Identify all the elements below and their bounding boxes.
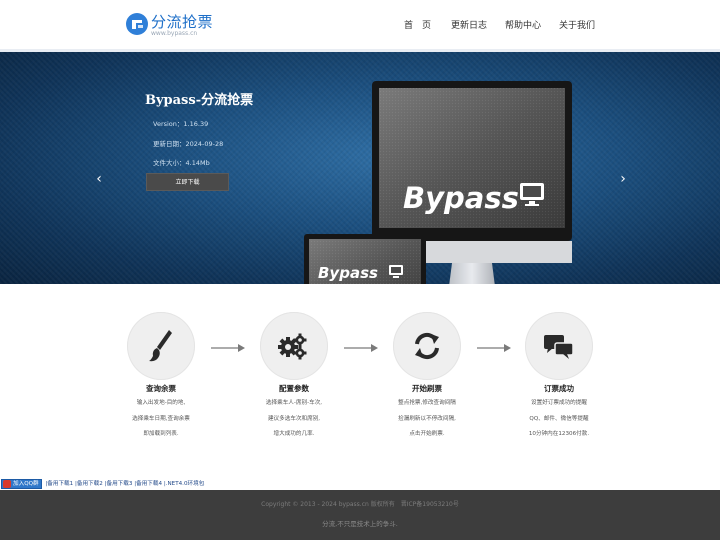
dotnet-package-link[interactable]: .NET4.0环境包 xyxy=(166,481,205,487)
step-success-circle xyxy=(525,312,593,380)
backup-download-3-link[interactable]: 备用下载3 xyxy=(106,481,132,487)
step-desc-line: 建议多选车次和席别, xyxy=(267,415,321,422)
step-desc-line: 整点抢票,修改查询间隔 xyxy=(398,400,456,406)
update-date-text: 更新日期：2024-09-28 xyxy=(153,140,224,148)
file-size-text: 文件大小：4.14Mb xyxy=(153,159,210,167)
site-footer: Copyright © 2013 - 2024 bypass.cn 版权所有 晋… xyxy=(0,490,720,540)
nav-changelog[interactable]: 更新日志 xyxy=(451,18,487,32)
brush-icon xyxy=(149,330,172,362)
nav-help-center[interactable]: 帮助中心 xyxy=(505,18,541,32)
chat-icon xyxy=(544,335,574,359)
step-desc-query: 输入出发地-目的地, 选择乘车日期,查询余票 即加载到列表. xyxy=(106,396,216,443)
step-desc-line: 输入出发地-目的地, xyxy=(136,400,186,406)
refresh-icon xyxy=(415,332,439,360)
step-start-circle xyxy=(393,312,461,380)
download-links-bar: 加入QQ群 |备用下载1 |备用下载2 |备用下载3 |备用下载4 |.NET4… xyxy=(1,479,204,490)
flow-arrow-icon xyxy=(211,344,245,352)
footer-slogan: 分流,不只是技术上的争斗. xyxy=(322,520,398,528)
hero-banner: Bypass-分流抢票 Version：1.16.39 更新日期：2024-09… xyxy=(0,52,720,284)
step-desc-line: 增大成功的几率. xyxy=(273,431,315,437)
step-title-config: 配置参数 xyxy=(279,384,309,393)
laptop-brand-text: Bypass xyxy=(318,264,378,282)
carousel-prev-arrow-icon[interactable]: ‹ xyxy=(93,171,105,187)
backup-download-2-link[interactable]: 备用下载2 xyxy=(77,481,103,487)
flow-arrow-icon xyxy=(344,344,378,352)
backup-download-1-link[interactable]: 备用下载1 xyxy=(47,481,73,487)
step-desc-config: 选择乘车人-席别-车次, 建议多选车次和席别, 增大成功的几率. xyxy=(239,396,349,443)
page: 分流抢票 www.bypass.cn 首 页 更新日志 帮助中心 关于我们 By… xyxy=(0,0,720,540)
copyright-text: Copyright © 2013 - 2024 bypass.cn 版权所有 晋… xyxy=(261,501,459,508)
flow-arrow-icon xyxy=(477,344,511,352)
step-query-circle xyxy=(127,312,195,380)
step-desc-line: 选择乘车人-席别-车次, xyxy=(265,400,323,406)
qq-icon xyxy=(3,480,11,488)
product-devices-illustration: Bypass Bypass xyxy=(304,81,572,284)
gears-icon xyxy=(278,333,307,360)
step-title-query: 查询余票 xyxy=(146,384,176,393)
step-title-start: 开始刷票 xyxy=(412,384,442,393)
site-logo[interactable]: 分流抢票 www.bypass.cn xyxy=(126,13,236,39)
step-desc-success: 设置好订票成功的提醒 QQ、邮件、微信等提醒 10分钟内在12306付款. xyxy=(504,396,614,443)
banner-title: Bypass-分流抢票 xyxy=(145,93,254,108)
step-desc-start: 整点抢票,修改查询间隔 捡漏刷新以不停改间隔, 点击开始刷票. xyxy=(372,396,482,443)
logo-icon xyxy=(126,13,148,35)
step-desc-line: QQ、邮件、微信等提醒 xyxy=(529,415,589,422)
site-header: 分流抢票 www.bypass.cn 首 页 更新日志 帮助中心 关于我们 xyxy=(0,0,720,52)
logo-subtitle: www.bypass.cn xyxy=(151,30,198,37)
nav-about-us[interactable]: 关于我们 xyxy=(559,18,595,32)
step-desc-line: 即加载到列表. xyxy=(143,431,179,437)
logo-title: 分流抢票 xyxy=(151,13,214,31)
step-desc-line: 捡漏刷新以不停改间隔, xyxy=(398,415,456,422)
nav-home[interactable]: 首 页 xyxy=(404,18,431,32)
step-config-circle xyxy=(260,312,328,380)
download-button[interactable]: 立即下载 xyxy=(146,173,229,191)
backup-download-4-link[interactable]: 备用下载4 xyxy=(136,481,162,487)
step-desc-line: 点击开始刷票. xyxy=(409,431,445,437)
step-desc-line: 10分钟内在12306付款. xyxy=(528,431,590,437)
version-text: Version：1.16.39 xyxy=(153,120,209,128)
qq-button-label: 加入QQ群 xyxy=(13,481,39,487)
join-qq-group-button[interactable]: 加入QQ群 xyxy=(1,479,42,489)
step-desc-line: 选择乘车日期,查询余票 xyxy=(132,415,190,422)
step-title-success: 订票成功 xyxy=(544,384,574,393)
monitor-brand-text: Bypass xyxy=(403,181,519,215)
carousel-next-arrow-icon[interactable]: › xyxy=(617,171,629,187)
step-desc-line: 设置好订票成功的提醒 xyxy=(531,400,587,406)
